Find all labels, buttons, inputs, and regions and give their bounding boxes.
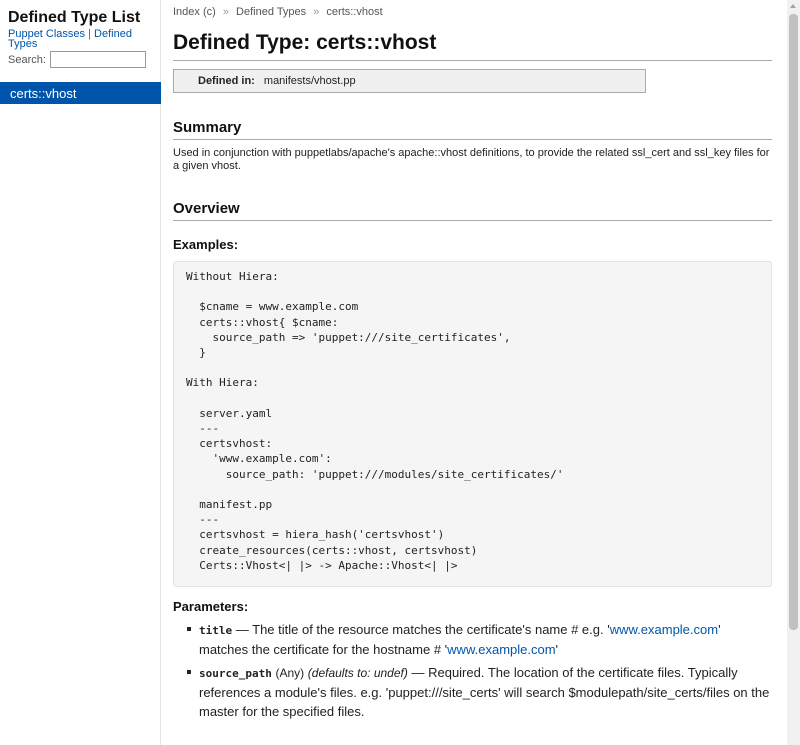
parameter-name: title — [199, 624, 233, 637]
summary-heading: Summary — [173, 119, 772, 140]
parameters-heading: Parameters: — [173, 599, 249, 614]
parameter-type: (Any) — [275, 666, 305, 680]
page-title: Defined Type: certs::vhost — [173, 31, 772, 61]
breadcrumb-index-link[interactable]: Index (c) — [173, 6, 216, 18]
parameter-item-title: title — The title of the resource matche… — [187, 620, 772, 659]
overview-heading: Overview — [173, 200, 772, 221]
examples-heading: Examples: — [173, 237, 239, 252]
parameter-dash: — — [232, 622, 253, 637]
defined-in-label: Defined in: — [198, 75, 255, 87]
parameter-text: The title of the resource matches the ce… — [252, 622, 610, 637]
sidebar: Defined Type List Puppet Classes | Defin… — [0, 0, 161, 745]
summary-text: Used in conjunction with puppetlabs/apac… — [173, 147, 770, 172]
example-code-block: Without Hiera: $cname = www.example.com … — [173, 261, 772, 587]
search-input[interactable] — [49, 51, 146, 68]
breadcrumb-current: certs::vhost — [326, 6, 383, 18]
parameter-default: (defaults to: undef) — [308, 666, 408, 680]
sidebar-item-label: certs::vhost — [10, 86, 77, 101]
parameter-name: source_path — [199, 667, 272, 680]
search-row: Search: — [0, 49, 160, 68]
defined-in-path: manifests/vhost.pp — [263, 75, 356, 87]
main-content: Index (c) » Defined Types » certs::vhost… — [173, 0, 772, 725]
parameter-text: ' — [555, 642, 559, 657]
nav-separator: | — [88, 28, 91, 40]
breadcrumb-defined-types-link[interactable]: Defined Types — [236, 6, 306, 18]
example-domain-link[interactable]: www.example.com — [610, 622, 718, 637]
parameter-default-prefix: (defaults to: — [307, 666, 374, 680]
sidebar-nav-links: Puppet Classes | Defined Types — [0, 27, 150, 50]
sidebar-title: Defined Type List — [8, 9, 141, 26]
parameters-list: title — The title of the resource matche… — [173, 620, 772, 721]
parameter-dash: — — [407, 665, 429, 680]
parameter-default-value: undef — [373, 666, 404, 680]
parameter-item-source-path: source_path (Any) (defaults to: undef) —… — [187, 663, 772, 721]
defined-in-box: Defined in: manifests/vhost.pp — [173, 69, 646, 93]
scrollbar-thumb[interactable] — [789, 14, 798, 630]
breadcrumb: Index (c) » Defined Types » certs::vhost — [173, 0, 772, 18]
vertical-scrollbar[interactable] — [787, 0, 800, 745]
breadcrumb-separator: » — [222, 6, 229, 18]
sidebar-item-certs-vhost[interactable]: certs::vhost — [0, 82, 161, 104]
chevron-up-icon[interactable] — [790, 4, 796, 8]
search-label: Search: — [8, 53, 46, 66]
breadcrumb-separator: » — [313, 6, 320, 18]
example-domain-link[interactable]: www.example.com — [447, 642, 555, 657]
